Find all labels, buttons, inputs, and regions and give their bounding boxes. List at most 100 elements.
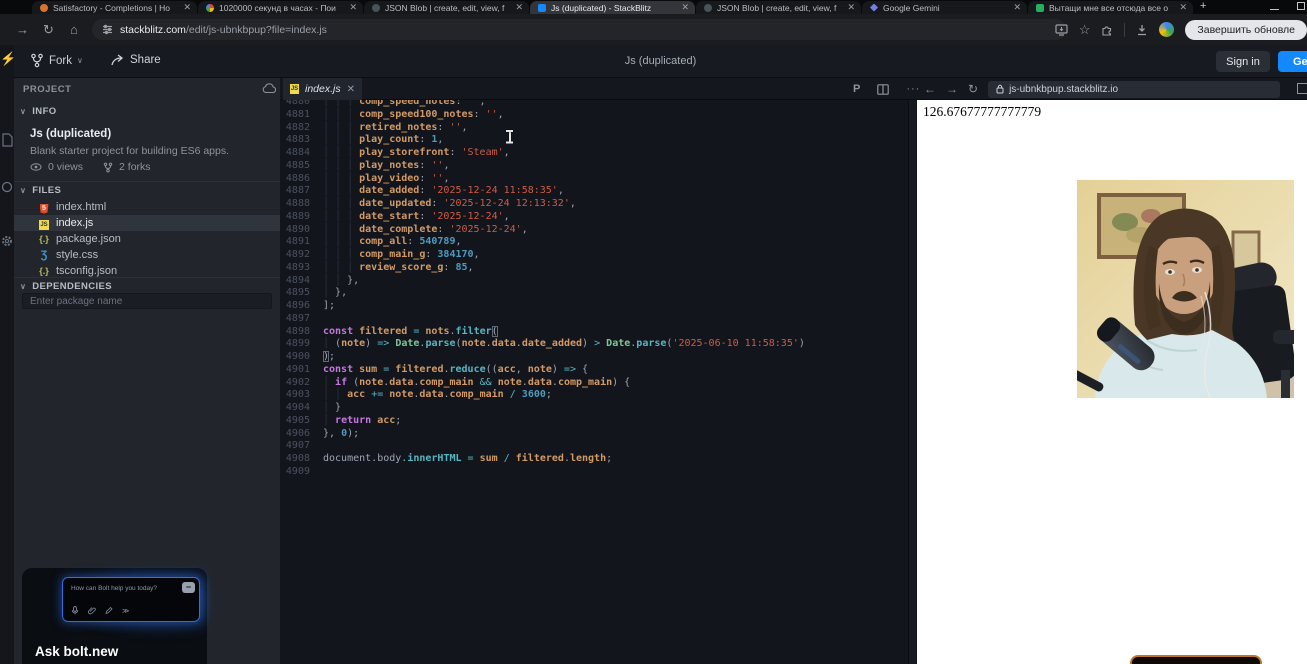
close-tab-icon[interactable]: ✕ xyxy=(349,2,357,13)
code-line[interactable]: 4882│ │ │ retired_notes: '', xyxy=(280,122,908,135)
code-line[interactable]: 4886│ │ │ play_video: '', xyxy=(280,173,908,186)
microphone-icon[interactable] xyxy=(71,606,79,615)
file-row-index-html[interactable]: 5 index.html xyxy=(14,199,280,215)
code-line[interactable]: 4885│ │ │ play_notes: '', xyxy=(280,160,908,173)
code-line[interactable]: 4907 xyxy=(280,440,908,453)
code-line[interactable]: 4904│ } xyxy=(280,402,908,415)
forward-icon[interactable]: → xyxy=(16,23,29,36)
share-button[interactable]: Share xyxy=(110,53,161,66)
code-line[interactable]: 4888│ │ │ date_updated: '2025-12-24 12:1… xyxy=(280,198,908,211)
code-line[interactable]: 4903│ │ acc += note.data.comp_main / 360… xyxy=(280,389,908,402)
browser-tab-jsonblob-1[interactable]: JSON Blob | create, edit, view, f ✕ xyxy=(364,1,529,14)
close-tab-icon[interactable]: ✕ xyxy=(1179,2,1187,13)
files-section-header[interactable]: ∨ FILES xyxy=(14,181,280,196)
close-tab-icon[interactable]: ✕ xyxy=(515,2,523,13)
pencil-icon[interactable] xyxy=(105,606,113,615)
get-started-button[interactable]: Get started xyxy=(1278,51,1307,72)
close-tab-icon[interactable]: ✕ xyxy=(847,2,855,13)
bolt-widget[interactable]: How can Bolt help you today? − ≫ Ask bol… xyxy=(22,568,207,664)
dependency-search-input[interactable]: Enter package name xyxy=(22,293,272,309)
restore-window-icon[interactable] xyxy=(1297,2,1305,10)
finish-update-button[interactable]: Завершить обновле xyxy=(1185,20,1307,40)
bolt-prompt-input[interactable]: How can Bolt help you today? − ≫ xyxy=(62,577,200,622)
file-row-style-css[interactable]: Ʒ style.css xyxy=(14,247,280,263)
close-tab-icon[interactable]: ✕ xyxy=(681,2,689,13)
settings-gear-icon[interactable] xyxy=(1,235,13,247)
code-line[interactable]: 4901const sum = filtered.reduce((acc, no… xyxy=(280,364,908,377)
code-line[interactable]: 4897 xyxy=(280,313,908,326)
profile-avatar[interactable] xyxy=(1159,22,1174,37)
close-tab-icon[interactable]: ✕ xyxy=(183,2,191,13)
browser-tab-search[interactable]: 1020000 секунд в часах - Пои ✕ xyxy=(198,1,363,14)
code-line[interactable]: 4909 xyxy=(280,466,908,479)
code-line[interactable]: 4908document.body.innerHTML = sum / filt… xyxy=(280,453,908,466)
stackblitz-icon xyxy=(538,4,546,12)
code-line[interactable]: 4898const filtered = nots.filter( xyxy=(280,326,908,339)
code-line[interactable]: 4905│ return acc; xyxy=(280,415,908,428)
code-line[interactable]: 4899│ (note) => Date.parse(note.data.dat… xyxy=(280,338,908,351)
preview-address-bar[interactable]: js-ubnkbpup.stackblitz.io xyxy=(988,81,1280,98)
file-row-package-json[interactable]: {.} package.json xyxy=(14,231,280,247)
minimize-icon[interactable]: − xyxy=(182,582,195,593)
code-line[interactable]: 4896]; xyxy=(280,300,908,313)
stackblitz-header: Fork ∨ Share Js (duplicated) Sign in Get… xyxy=(14,45,1307,78)
cloud-download-icon[interactable] xyxy=(262,83,276,94)
close-tab-icon[interactable]: ✕ xyxy=(347,84,355,95)
project-file-icon[interactable] xyxy=(1,133,13,147)
browser-tab-green-app[interactable]: Вытащи мне все отсюда все о ✕ xyxy=(1028,1,1193,14)
code-line[interactable]: 4884│ │ │ play_storefront: 'Steam', xyxy=(280,147,908,160)
file-row-index-js[interactable]: JS index.js xyxy=(14,215,280,231)
new-tab-button[interactable]: + xyxy=(1200,1,1206,12)
code-line[interactable]: 4890│ │ │ date_complete: '2025-12-24', xyxy=(280,224,908,237)
search-circle-icon[interactable] xyxy=(1,181,13,193)
close-tab-icon[interactable]: ✕ xyxy=(1013,2,1021,13)
code-line[interactable]: 4894│ │ }, xyxy=(280,275,908,288)
browser-tab-satisfactory[interactable]: Satisfactory - Completions | Ho ✕ xyxy=(32,1,197,14)
refresh-icon[interactable]: ↻ xyxy=(968,82,978,96)
info-section-header[interactable]: ∨ INFO xyxy=(14,106,280,117)
send-to-device-icon[interactable] xyxy=(1055,24,1068,36)
send-chevrons-icon[interactable]: ≫ xyxy=(122,607,129,615)
preview-pane[interactable]: 126.67677777777779 xyxy=(917,100,1307,664)
code-line[interactable]: 4883│ │ │ play_count: 1, xyxy=(280,134,908,147)
code-line[interactable]: 4887│ │ │ date_added: '2025-12-24 11:58:… xyxy=(280,185,908,198)
preview-navigation: ← → ↻ js-ubnkbpup.stackblitz.io xyxy=(924,78,1280,100)
code-line[interactable]: 4906}, 0); xyxy=(280,428,908,441)
minimize-window-icon[interactable] xyxy=(1270,1,1279,10)
bolt-toolbar: ≫ xyxy=(71,606,129,615)
code-line[interactable]: 4900); xyxy=(280,351,908,364)
browser-tab-jsonblob-2[interactable]: JSON Blob | create, edit, view, f ✕ xyxy=(696,1,861,14)
sign-in-button[interactable]: Sign in xyxy=(1216,51,1270,72)
attach-icon[interactable] xyxy=(88,606,96,615)
prettier-icon[interactable]: P xyxy=(853,83,860,95)
code-line[interactable]: 4889│ │ │ date_start: '2025-12-24', xyxy=(280,211,908,224)
more-options-icon[interactable]: ··· xyxy=(906,83,920,95)
code-line[interactable]: 4893│ │ │ review_score_g: 85, xyxy=(280,262,908,275)
back-icon[interactable]: ← xyxy=(924,82,936,96)
editor-tab-index-js[interactable]: JS index.js ✕ xyxy=(283,78,362,100)
browser-tab-stackblitz[interactable]: Js (duplicated) - StackBlitz ✕ xyxy=(530,1,695,14)
extensions-icon[interactable] xyxy=(1101,24,1113,36)
address-bar[interactable]: stackblitz.com/edit/js-ubnkbpup?file=ind… xyxy=(92,19,1066,40)
ask-bolt-link[interactable]: Ask bolt.new xyxy=(35,644,118,659)
code-line[interactable]: 4902│ if (note.data.comp_main && note.da… xyxy=(280,377,908,390)
open-in-new-window-icon[interactable] xyxy=(1297,83,1307,94)
home-icon[interactable]: ⌂ xyxy=(70,23,78,36)
browser-tab-gemini[interactable]: Google Gemini ✕ xyxy=(862,1,1027,14)
line-number: 4896 xyxy=(280,300,310,313)
code-line[interactable]: 4881│ │ │ comp_speed100_notes: '', xyxy=(280,109,908,122)
browser-toolbar: → ↻ ⌂ stackblitz.com/edit/js-ubnkbpup?fi… xyxy=(0,14,1307,45)
forward-icon[interactable]: → xyxy=(946,82,958,96)
downloads-icon[interactable] xyxy=(1136,24,1148,36)
code-line[interactable]: 4895│ }, xyxy=(280,287,908,300)
bookmark-star-icon[interactable]: ☆ xyxy=(1079,23,1091,36)
editor-scrollbar[interactable] xyxy=(908,100,917,664)
site-settings-icon[interactable] xyxy=(102,24,113,35)
split-view-icon[interactable] xyxy=(877,84,889,95)
code-line[interactable]: 4892│ │ │ comp_main_g: 384170, xyxy=(280,249,908,262)
reload-icon[interactable]: ↻ xyxy=(43,23,54,36)
fork-button[interactable]: Fork ∨ xyxy=(30,53,83,68)
dependencies-section-header[interactable]: ∨ DEPENDENCIES xyxy=(14,277,280,292)
tab-title: Satisfactory - Completions | Ho xyxy=(53,3,179,13)
code-line[interactable]: 4891│ │ │ comp_all: 540789, xyxy=(280,236,908,249)
